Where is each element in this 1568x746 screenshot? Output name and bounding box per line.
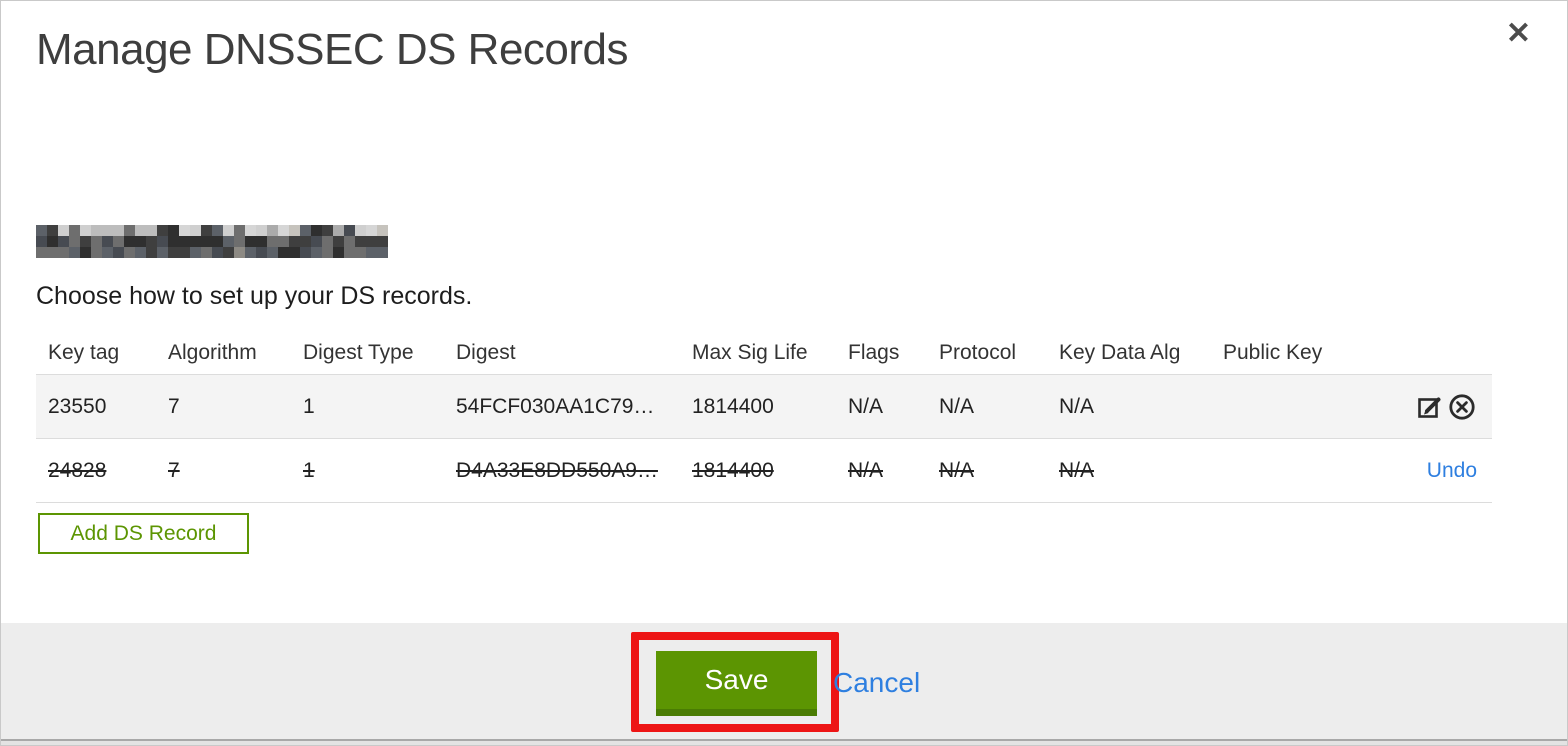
cell-key-tag: 24828 <box>48 458 107 482</box>
instruction-text: Choose how to set up your DS records. <box>36 282 473 310</box>
row-actions <box>1379 392 1492 422</box>
cancel-link[interactable]: Cancel <box>833 667 920 699</box>
row-actions: Undo <box>1379 459 1492 483</box>
cell-key-data-alg: N/A <box>1059 394 1095 418</box>
cell-key-data-alg: N/A <box>1059 458 1095 482</box>
col-header-key-data-alg: Key Data Alg <box>1059 341 1181 364</box>
cell-key-tag: 23550 <box>48 394 107 418</box>
cell-algorithm: 7 <box>168 458 180 482</box>
cell-algorithm: 7 <box>168 394 180 418</box>
close-icon[interactable]: ✕ <box>1506 19 1531 49</box>
col-header-protocol: Protocol <box>939 341 1017 364</box>
table-header-row: Key tag Algorithm Digest Type Digest Max… <box>36 332 1492 374</box>
ds-records-table: Key tag Algorithm Digest Type Digest Max… <box>36 332 1492 503</box>
table-body: 23550 7 1 54FCF030AA1C79… 1814400 N/A N/… <box>36 374 1492 503</box>
cell-digest: 54FCF030AA1C79… <box>456 394 655 418</box>
page-title: Manage DNSSEC DS Records <box>36 25 629 74</box>
manage-dnssec-modal: Manage DNSSEC DS Records ✕ Choose how to… <box>0 0 1568 746</box>
col-header-max-sig-life: Max Sig Life <box>692 341 808 364</box>
col-header-flags: Flags <box>848 341 900 364</box>
cell-digest-type: 1 <box>303 394 315 418</box>
cell-max-sig-life: 1814400 <box>692 458 774 482</box>
col-header-digest: Digest <box>456 341 516 364</box>
page-behind-strip <box>1 741 1567 745</box>
add-ds-record-button[interactable]: Add DS Record <box>38 513 249 554</box>
undo-link[interactable]: Undo <box>1427 459 1477 483</box>
edit-icon[interactable] <box>1416 392 1446 422</box>
table-row: 24828 7 1 D4A33E8DD550A9… 1814400 N/A N/… <box>36 438 1492 502</box>
save-button[interactable]: Save <box>656 651 817 716</box>
delete-icon[interactable] <box>1447 392 1477 422</box>
table-row: 23550 7 1 54FCF030AA1C79… 1814400 N/A N/… <box>36 374 1492 438</box>
cell-digest-type: 1 <box>303 458 315 482</box>
cell-digest: D4A33E8DD550A9… <box>456 458 658 482</box>
cell-protocol: N/A <box>939 394 975 418</box>
col-header-algorithm: Algorithm <box>168 341 257 364</box>
cell-flags: N/A <box>848 458 884 482</box>
cell-flags: N/A <box>848 394 884 418</box>
col-header-key-tag: Key tag <box>48 341 120 364</box>
cell-protocol: N/A <box>939 458 975 482</box>
col-header-digest-type: Digest Type <box>303 341 414 364</box>
col-header-public-key: Public Key <box>1223 341 1323 364</box>
redacted-domain-name <box>36 225 388 258</box>
cell-max-sig-life: 1814400 <box>692 394 774 418</box>
